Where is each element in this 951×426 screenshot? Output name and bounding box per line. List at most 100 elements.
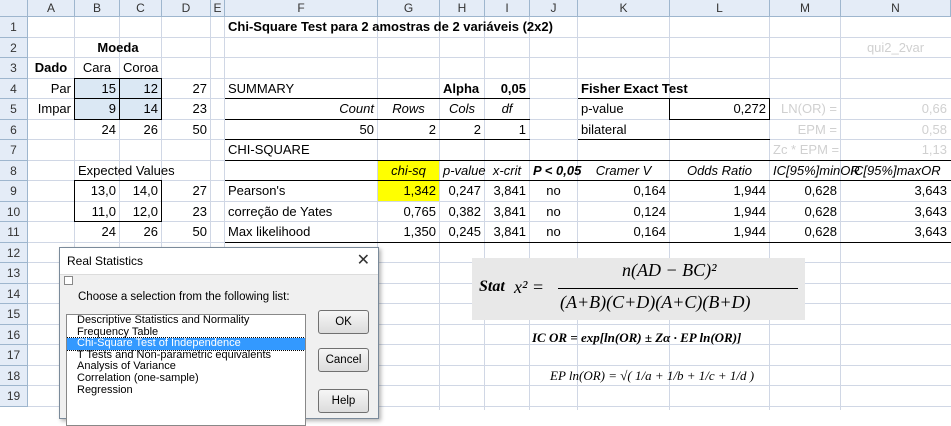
result-header[interactable]: Cramer V (578, 161, 669, 181)
row-header-10[interactable]: 10 (0, 201, 28, 222)
row-header-15[interactable]: 15 (0, 304, 28, 325)
column-header-n[interactable]: N (841, 0, 951, 17)
expected-cell[interactable]: 50 (162, 222, 210, 242)
observed-cell[interactable]: 15 (75, 78, 119, 99)
expected-values-label[interactable]: Expected Values (75, 161, 210, 181)
column-header-l[interactable]: L (670, 0, 770, 17)
column-header-d[interactable]: D (162, 0, 211, 17)
result-value[interactable]: no (530, 202, 577, 222)
result-value[interactable]: 0,628 (770, 202, 840, 222)
observed-cell[interactable]: 14 (120, 99, 161, 119)
column-header-i[interactable]: I (485, 0, 530, 17)
expected-cell[interactable]: 11,0 (75, 202, 119, 222)
pvalue-value[interactable]: 0,272 (670, 99, 769, 119)
summary-label[interactable]: SUMMARY (225, 79, 377, 99)
gray-value[interactable]: 0,58 (841, 120, 950, 140)
result-name[interactable]: correção de Yates (225, 202, 377, 222)
result-header[interactable]: P < 0,05 (530, 161, 581, 181)
observed-cell[interactable]: 26 (120, 120, 161, 140)
name-cell[interactable]: qui2_2var (841, 38, 950, 58)
row-header-18[interactable]: 18 (0, 365, 28, 386)
row-header-2[interactable]: 2 (0, 37, 28, 58)
row-header-11[interactable]: 11 (0, 222, 28, 243)
observed-cell[interactable]: 23 (162, 99, 210, 119)
result-header[interactable]: x-crit (485, 161, 529, 181)
alpha-value[interactable]: 0,05 (485, 79, 529, 99)
result-name[interactable]: Max likelihood (225, 222, 377, 242)
moeda-header[interactable]: Moeda (75, 38, 161, 58)
expected-cell[interactable]: 13,0 (75, 181, 119, 201)
help-button[interactable]: Help (318, 389, 369, 413)
result-value[interactable]: 1,944 (670, 181, 769, 201)
sheet-title[interactable]: Chi-Square Test para 2 amostras de 2 var… (225, 17, 769, 37)
summary-header[interactable]: Rows (378, 99, 439, 119)
row-header-17[interactable]: 17 (0, 345, 28, 366)
expected-cell[interactable]: 26 (120, 222, 161, 242)
result-value[interactable]: 3,643 (841, 202, 950, 222)
row-header-16[interactable]: 16 (0, 324, 28, 345)
result-value[interactable]: 0,164 (578, 222, 669, 242)
observed-cell[interactable]: 27 (162, 79, 210, 99)
row-header-3[interactable]: 3 (0, 58, 28, 79)
result-value[interactable]: 0,628 (770, 181, 840, 201)
result-value[interactable]: 3,643 (841, 181, 950, 201)
result-value[interactable]: 3,841 (485, 202, 529, 222)
list-item[interactable]: Descriptive Statistics and Normality (67, 315, 305, 327)
gray-value[interactable]: 0,66 (841, 99, 950, 119)
checkbox[interactable] (64, 276, 73, 285)
observed-cell[interactable]: 50 (162, 120, 210, 140)
ok-button[interactable]: OK (318, 310, 369, 334)
summary-value[interactable]: 50 (225, 120, 377, 140)
column-header-b[interactable]: B (75, 0, 120, 17)
result-value[interactable]: 1,944 (670, 222, 769, 242)
summary-value[interactable]: 2 (378, 120, 439, 140)
row-header-6[interactable]: 6 (0, 119, 28, 140)
row-header-9[interactable]: 9 (0, 181, 28, 202)
result-value[interactable]: no (530, 222, 577, 242)
row-header-19[interactable]: 19 (0, 386, 28, 407)
row-header-12[interactable]: 12 (0, 242, 28, 263)
result-header[interactable]: IC[95%]maxOR (841, 161, 950, 181)
observed-cell[interactable]: 24 (75, 120, 119, 140)
column-header-g[interactable]: G (378, 0, 440, 17)
result-value[interactable]: 0,765 (378, 202, 439, 222)
summary-header[interactable]: df (485, 99, 529, 119)
result-value[interactable]: 0,245 (440, 222, 484, 242)
result-value[interactable]: 1,342 (378, 181, 439, 201)
gray-label[interactable]: EPM = (770, 120, 840, 140)
column-header-k[interactable]: K (578, 0, 670, 17)
summary-header[interactable]: Count (225, 99, 377, 119)
result-value[interactable]: 1,944 (670, 202, 769, 222)
result-value[interactable]: 3,841 (485, 222, 529, 242)
row-header-4[interactable]: 4 (0, 78, 28, 99)
result-value[interactable]: 1,350 (378, 222, 439, 242)
column-header-j[interactable]: J (530, 0, 578, 17)
column-header-m[interactable]: M (770, 0, 841, 17)
expected-cell[interactable]: 12,0 (120, 202, 161, 222)
row-header-13[interactable]: 13 (0, 263, 28, 284)
par-label[interactable]: Par (28, 79, 74, 99)
gray-value[interactable]: 1,13 (841, 140, 950, 160)
result-name[interactable]: Pearson's (225, 181, 377, 201)
observed-cell[interactable]: 9 (75, 99, 119, 119)
result-header[interactable]: IC[95%]minOR (770, 161, 860, 181)
result-header[interactable]: chi-sq (378, 160, 439, 181)
row-header-14[interactable]: 14 (0, 283, 28, 304)
alpha-label[interactable]: Alpha (440, 79, 484, 99)
expected-cell[interactable]: 14,0 (120, 181, 161, 201)
pvalue-label[interactable]: p-value (578, 99, 669, 119)
result-header[interactable]: Odds Ratio (670, 161, 769, 181)
coroa-header[interactable]: Coroa (120, 58, 161, 78)
summary-value[interactable]: 2 (440, 120, 484, 140)
cancel-button[interactable]: Cancel (318, 348, 369, 372)
gray-label[interactable]: LN(OR) = (770, 99, 840, 119)
result-value[interactable]: 0,382 (440, 202, 484, 222)
expected-cell[interactable]: 23 (162, 202, 210, 222)
row-header-1[interactable]: 1 (0, 17, 28, 38)
result-value[interactable]: 0,164 (578, 181, 669, 201)
close-icon[interactable]: ✕ (357, 248, 370, 274)
result-value[interactable]: 3,643 (841, 222, 950, 242)
gray-label[interactable]: Zc * EPM = (770, 140, 840, 160)
column-header-f[interactable]: F (225, 0, 378, 17)
chisquare-label[interactable]: CHI-SQUARE (225, 140, 377, 160)
